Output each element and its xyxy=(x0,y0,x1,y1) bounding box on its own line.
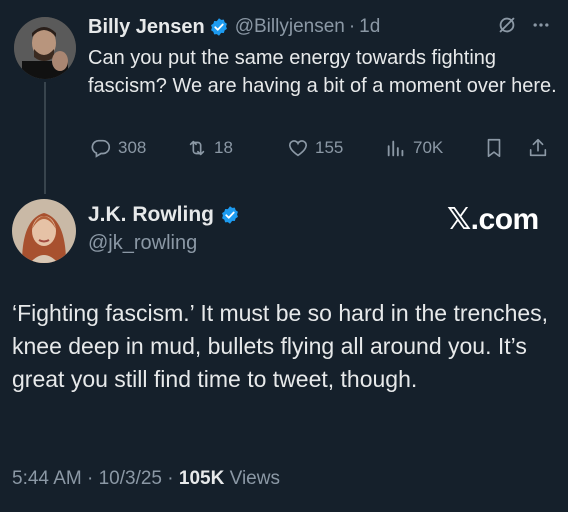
analytics-icon xyxy=(387,140,404,157)
like-count: 155 xyxy=(315,138,344,157)
reply-button[interactable]: 308 xyxy=(90,137,146,159)
x-logo-icon: 𝕏 xyxy=(447,202,471,237)
retweet-count: 18 xyxy=(214,138,233,157)
heart-icon xyxy=(288,140,308,157)
grok-icon[interactable] xyxy=(496,14,518,36)
reply-action-bar: 308 18 155 70K xyxy=(0,137,568,163)
main-author-name[interactable]: J.K. Rowling xyxy=(88,203,214,227)
tweet-date[interactable]: 10/3/25 xyxy=(99,468,162,489)
verified-badge-icon xyxy=(210,18,227,36)
bookmark-button[interactable] xyxy=(483,137,511,159)
avatar-jk-rowling[interactable] xyxy=(12,199,76,263)
reply-handle[interactable]: @Billyjensen xyxy=(235,16,345,38)
views-button[interactable]: 70K xyxy=(385,137,443,159)
retweet-icon xyxy=(189,140,205,156)
bookmark-icon xyxy=(487,138,501,158)
views-count-reply: 70K xyxy=(413,138,444,157)
verified-badge-icon xyxy=(222,206,238,224)
tweet-time[interactable]: 5:44 AM xyxy=(12,468,82,489)
meta-separator: · xyxy=(167,468,174,489)
comment-icon xyxy=(91,139,111,158)
reply-author-name[interactable]: Billy Jensen xyxy=(88,16,205,39)
reply-time[interactable]: 1d xyxy=(359,16,380,38)
x-com-watermark: 𝕏.com xyxy=(447,202,539,237)
meta-separator: · xyxy=(87,468,94,489)
main-author: J.K. Rowling xyxy=(88,203,240,227)
reply-count: 308 xyxy=(118,138,147,157)
share-button[interactable] xyxy=(527,137,555,159)
tweet-meta: 5:44 AM · 10/3/25 · 105K Views xyxy=(12,468,280,490)
reply-text: Can you put the same energy towards figh… xyxy=(88,47,557,97)
like-button[interactable]: 155 xyxy=(287,137,343,159)
main-views-label: Views xyxy=(229,468,280,489)
share-icon xyxy=(529,138,547,157)
main-author-handle[interactable]: @jk_rowling xyxy=(88,232,197,255)
retweet-button[interactable]: 18 xyxy=(186,137,233,159)
separator-dot: · xyxy=(348,16,356,37)
avatar-billy-jensen[interactable] xyxy=(14,17,76,79)
watermark-suffix: .com xyxy=(470,203,540,236)
main-views-count: 105K xyxy=(178,468,225,489)
main-tweet-text: ‘Fighting fascism.’ It must be so hard i… xyxy=(12,300,549,392)
more-options-icon[interactable] xyxy=(530,15,552,35)
